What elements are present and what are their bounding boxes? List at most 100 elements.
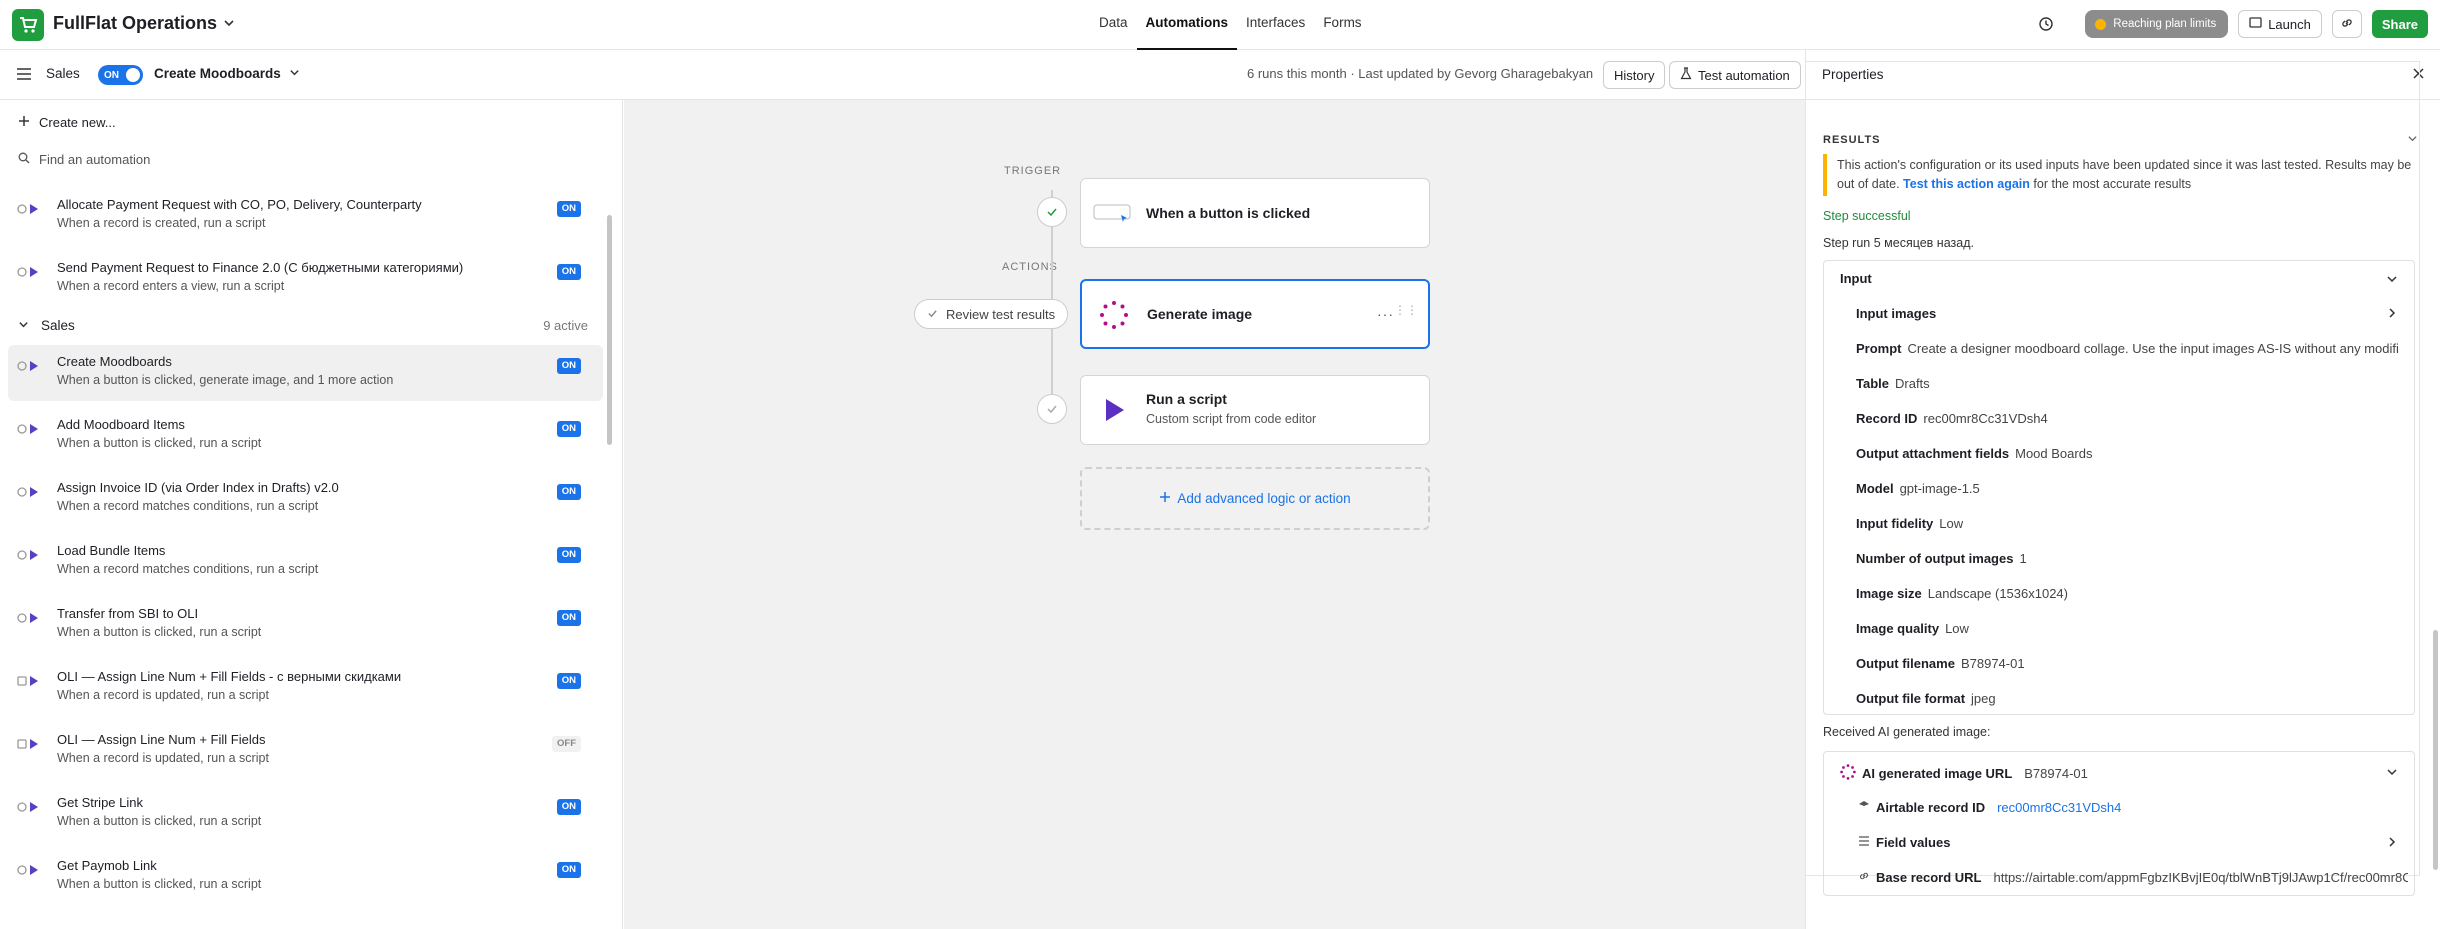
automation-type-icon	[17, 359, 39, 373]
prop-row-table: Table Drafts	[1856, 376, 1930, 391]
ai-url-row[interactable]: AI generated image URL B78974-01	[1840, 764, 2088, 783]
find-placeholder: Find an automation	[39, 152, 151, 167]
automation-list-item[interactable]: Get Stripe Link When a button is clicked…	[8, 786, 603, 842]
chevron-down-icon[interactable]	[2407, 132, 2418, 147]
trigger-card-title: When a button is clicked	[1146, 205, 1311, 221]
airtable-logo-icon	[1858, 800, 1870, 815]
nav-interfaces[interactable]: Interfaces	[1237, 0, 1314, 50]
status-badge: ON	[556, 484, 581, 500]
automation-title: Get Paymob Link	[57, 858, 157, 873]
received-label: Received AI generated image:	[1823, 725, 1991, 739]
review-test-results-button[interactable]: Review test results	[914, 299, 1069, 329]
input-images-row[interactable]: Input images	[1856, 306, 1942, 321]
create-new-button[interactable]: Create new...	[18, 115, 116, 130]
drag-handle-icon[interactable]: ⋮⋮	[1394, 303, 1418, 317]
chevron-right-icon[interactable]	[2386, 307, 2398, 322]
generate-image-card[interactable]: Generate image ··· ⋮⋮	[1080, 279, 1430, 349]
run-script-card[interactable]: Run a script Custom script from code edi…	[1080, 375, 1430, 445]
history-button[interactable]: History	[1603, 61, 1666, 89]
field-values-row[interactable]: Field values	[1858, 835, 1956, 850]
automation-list-item[interactable]: Get Paymob Link When a button is clicked…	[8, 849, 603, 905]
chevron-down-icon[interactable]	[2386, 766, 2398, 781]
prop-row-image-size: Image size Landscape (1536x1024)	[1856, 586, 2068, 601]
automation-list-item[interactable]: Send Payment Request to Finance 2.0 (С б…	[8, 251, 603, 307]
results-label: RESULTS	[1823, 134, 1881, 146]
automation-list-item[interactable]: Allocate Payment Request with CO, PO, De…	[8, 188, 603, 244]
check-icon	[1037, 394, 1067, 424]
generate-image-title: Generate image	[1147, 306, 1253, 322]
base-url-value[interactable]: https://airtable.com/appmFgbzIKBvjIE0q/t…	[1993, 870, 2408, 885]
ai-sparkle-icon	[1840, 764, 1856, 783]
add-logic-label: Add advanced logic or action	[1177, 491, 1351, 506]
prop-value: 1	[2019, 551, 2027, 566]
more-options-icon[interactable]: ···	[1377, 306, 1394, 322]
nav-data[interactable]: Data	[1090, 0, 1137, 50]
automation-type-icon	[17, 422, 39, 436]
nav-forms[interactable]: Forms	[1314, 0, 1370, 50]
automation-list-item[interactable]: Load Bundle Items When a record matches …	[8, 534, 603, 590]
automation-subtitle: When a record enters a view, run a scrip…	[57, 279, 285, 293]
nav-automations[interactable]: Automations	[1136, 0, 1238, 50]
chevron-right-icon[interactable]	[2386, 836, 2398, 851]
prop-key: Image quality	[1856, 621, 1940, 636]
status-badge: ON	[556, 547, 581, 563]
automation-subtitle: When a button is clicked, run a script	[57, 625, 262, 639]
automation-type-icon	[17, 548, 39, 562]
automation-title: Allocate Payment Request with CO, PO, De…	[57, 197, 422, 212]
input-header[interactable]: Input	[1840, 271, 1872, 286]
prop-row-output-count: Number of output images 1	[1856, 551, 2027, 566]
status-badge: ON	[556, 201, 581, 217]
group-name: Sales	[41, 318, 75, 333]
automation-title: OLI — Assign Line Num + Fill Fields	[57, 732, 266, 747]
base-url-row: Base record URL https://airtable.com/app…	[1858, 870, 2408, 885]
top-nav: Data Automations Interfaces Forms	[1090, 0, 1371, 50]
step-run-time: Step run 5 месяцев назад.	[1823, 236, 1974, 250]
trigger-card[interactable]: When a button is clicked	[1080, 178, 1430, 248]
automation-toggle[interactable]: ON	[98, 65, 143, 85]
automation-name: Create Moodboards	[154, 66, 281, 81]
prop-key: Table	[1856, 376, 1889, 391]
prop-row-input-fidelity: Input fidelity Low	[1856, 516, 1963, 531]
automation-list-item[interactable]: OLI — Assign Line Num + Fill Fields When…	[8, 723, 603, 779]
prop-value: Low	[1945, 621, 1969, 636]
automation-name-dropdown[interactable]: Create Moodboards	[154, 66, 300, 81]
automation-canvas: TRIGGER ACTIONS When a button is clicked…	[624, 100, 1805, 929]
test-again-link[interactable]: Test this action again	[1903, 177, 2030, 191]
hamburger-menu-icon[interactable]	[16, 67, 32, 84]
automation-type-icon	[17, 674, 39, 688]
automation-subtitle: When a record is updated, run a script	[57, 751, 269, 765]
automation-list-item[interactable]: Add Moodboard Items When a button is cli…	[8, 408, 603, 464]
add-logic-button[interactable]: Add advanced logic or action	[1080, 467, 1430, 530]
chevron-down-icon	[223, 13, 235, 34]
sidebar-scrollbar[interactable]	[607, 215, 612, 445]
chevron-down-icon[interactable]	[2386, 273, 2398, 288]
workspace-crumb[interactable]: Sales	[46, 66, 80, 81]
base-title[interactable]: FullFlat Operations	[53, 13, 235, 34]
automation-title: Add Moodboard Items	[57, 417, 185, 432]
automation-type-icon	[17, 485, 39, 499]
automation-title: Create Moodboards	[57, 354, 172, 369]
prop-key: Output attachment fields	[1856, 446, 2010, 461]
properties-content: RESULTS This action's configuration or i…	[1805, 0, 2440, 929]
prop-value: gpt-image-1.5	[1899, 481, 1980, 496]
automation-list-item[interactable]: OLI — Assign Line Num + Fill Fields - с …	[8, 660, 603, 716]
base-url-label: Base record URL	[1876, 870, 1982, 885]
history-label: History	[1614, 67, 1655, 83]
ai-sparkle-icon	[1094, 297, 1134, 333]
app-logo-icon[interactable]	[12, 9, 44, 41]
airtable-record-link[interactable]: rec00mr8Cc31VDsh4	[1997, 800, 2121, 815]
group-header-sales[interactable]: Sales 9 active	[18, 318, 588, 333]
toggle-label: ON	[104, 69, 119, 81]
test-automation-button[interactable]: Test automation	[1669, 61, 1801, 89]
automation-title: OLI — Assign Line Num + Fill Fields - с …	[57, 669, 402, 684]
input-images-label: Input images	[1856, 306, 1937, 321]
automation-list-item[interactable]: Create Moodboards When a button is click…	[8, 345, 603, 401]
automation-list-item[interactable]: Assign Invoice ID (via Order Index in Dr…	[8, 471, 603, 527]
prop-value: Mood Boards	[2015, 446, 2093, 461]
prop-value: jpeg	[1971, 691, 1996, 706]
ai-url-label: AI generated image URL	[1862, 766, 2013, 781]
properties-scrollbar[interactable]	[2433, 630, 2438, 870]
automation-list-item[interactable]: Transfer from SBI to OLI When a button i…	[8, 597, 603, 653]
find-automation-input[interactable]: Find an automation	[18, 152, 150, 167]
check-icon	[1037, 197, 1067, 227]
